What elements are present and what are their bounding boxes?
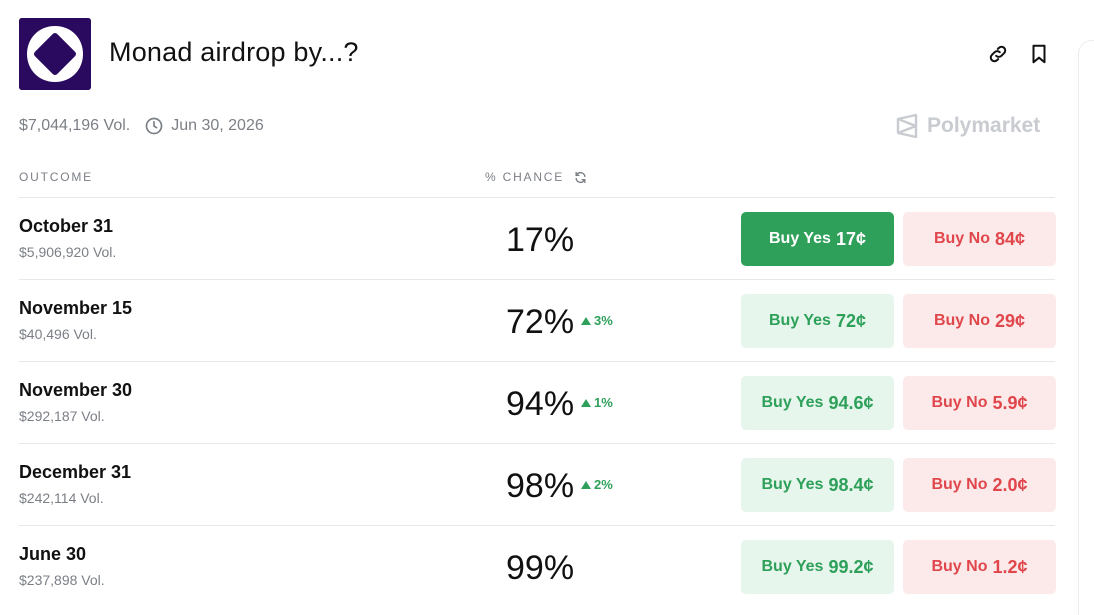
buy-yes-price: 94.6¢ [828,392,874,413]
buy-no-button[interactable]: Buy No 5.9¢ [903,376,1056,430]
polymarket-logo-icon [896,113,918,139]
chance-delta-value: 1% [594,395,613,410]
outcome-row: November 30 $292,187 Vol. 94% 1% Buy Yes… [19,362,1056,444]
buy-yes-label: Buy Yes [761,558,824,575]
chance-delta-value: 2% [594,477,613,492]
buy-no-price: 2.0¢ [992,474,1028,495]
buy-yes-price: 98.4¢ [828,474,874,495]
chance-delta: 2% [581,477,613,492]
side-panel-edge [1078,40,1094,615]
buy-no-button[interactable]: Buy No 84¢ [903,212,1056,266]
outcome-chance: 72% [506,303,575,341]
outcome-name: October 31 [19,216,114,236]
buy-no-label: Buy No [933,230,990,247]
buy-no-price: 29¢ [994,310,1026,331]
buy-no-label: Buy No [933,312,990,329]
buy-no-label: Buy No [931,394,988,411]
triangle-up-icon [581,316,591,325]
chance-delta: 3% [581,313,613,328]
chance-delta-value: 3% [594,313,613,328]
column-header-chance-label: % CHANCE [485,170,565,184]
outcome-name: June 30 [19,544,87,564]
bookmark-icon[interactable] [1028,43,1050,65]
buy-yes-button[interactable]: Buy Yes 99.2¢ [741,540,894,594]
triangle-up-icon [581,480,591,489]
market-volume: $7,044,196 Vol. [19,117,131,134]
outcome-row: December 31 $242,114 Vol. 98% 2% Buy Yes… [19,444,1056,526]
outcome-row: November 15 $40,496 Vol. 72% 3% Buy Yes … [19,280,1056,362]
outcome-row: October 31 $5,906,920 Vol. 17% Buy Yes 1… [19,198,1056,280]
outcome-chance: 98% [506,467,575,505]
buy-yes-button[interactable]: Buy Yes 72¢ [741,294,894,348]
column-header-outcome: OUTCOME [19,170,93,184]
buy-yes-label: Buy Yes [768,312,831,329]
outcome-volume: $5,906,920 Vol. [19,244,117,260]
polymarket-brand: Polymarket [895,113,1040,139]
market-header: Monad airdrop by...? [19,18,1056,90]
chance-delta: 1% [581,395,613,410]
buy-no-price: 5.9¢ [992,392,1028,413]
outcome-volume: $242,114 Vol. [19,490,104,506]
buy-no-label: Buy No [931,476,988,493]
column-header-chance: % CHANCE [485,170,587,184]
buy-yes-price: 99.2¢ [828,556,874,577]
buy-yes-label: Buy Yes [761,394,824,411]
outcome-chance: 17% [506,221,575,259]
buy-yes-button[interactable]: Buy Yes 17¢ [741,212,894,266]
buy-no-label: Buy No [931,558,988,575]
market-title: Monad airdrop by...? [109,37,359,67]
buy-no-button[interactable]: Buy No 29¢ [903,294,1056,348]
market-end-date: Jun 30, 2026 [171,117,264,134]
buy-no-button[interactable]: Buy No 1.2¢ [903,540,1056,594]
brand-name: Polymarket [927,114,1041,137]
monad-logo [19,18,91,90]
buy-no-price: 84¢ [994,228,1026,249]
outcome-volume: $40,496 Vol. [19,326,97,342]
outcome-chance: 94% [506,385,575,423]
buy-yes-label: Buy Yes [761,476,824,493]
outcome-name: November 30 [19,380,133,400]
refresh-icon[interactable] [574,171,587,184]
link-icon[interactable] [987,43,1009,65]
outcome-name: December 31 [19,462,132,482]
buy-yes-price: 72¢ [835,310,866,331]
triangle-up-icon [581,398,591,407]
buy-yes-label: Buy Yes [768,230,831,247]
outcome-chance: 99% [506,549,575,587]
buy-yes-button[interactable]: Buy Yes 94.6¢ [741,376,894,430]
market-meta: $7,044,196 Vol. Jun 30, 2026 [19,116,264,136]
outcome-name: November 15 [19,298,133,318]
buy-no-button[interactable]: Buy No 2.0¢ [903,458,1056,512]
buy-no-price: 1.2¢ [992,556,1028,577]
outcome-row: June 30 $237,898 Vol. 99% Buy Yes 99.2¢ … [19,526,1056,608]
outcome-volume: $292,187 Vol. [19,408,105,424]
outcome-volume: $237,898 Vol. [19,572,105,588]
buy-yes-price: 17¢ [835,228,866,249]
buy-yes-button[interactable]: Buy Yes 98.4¢ [741,458,894,512]
clock-icon [145,117,163,135]
